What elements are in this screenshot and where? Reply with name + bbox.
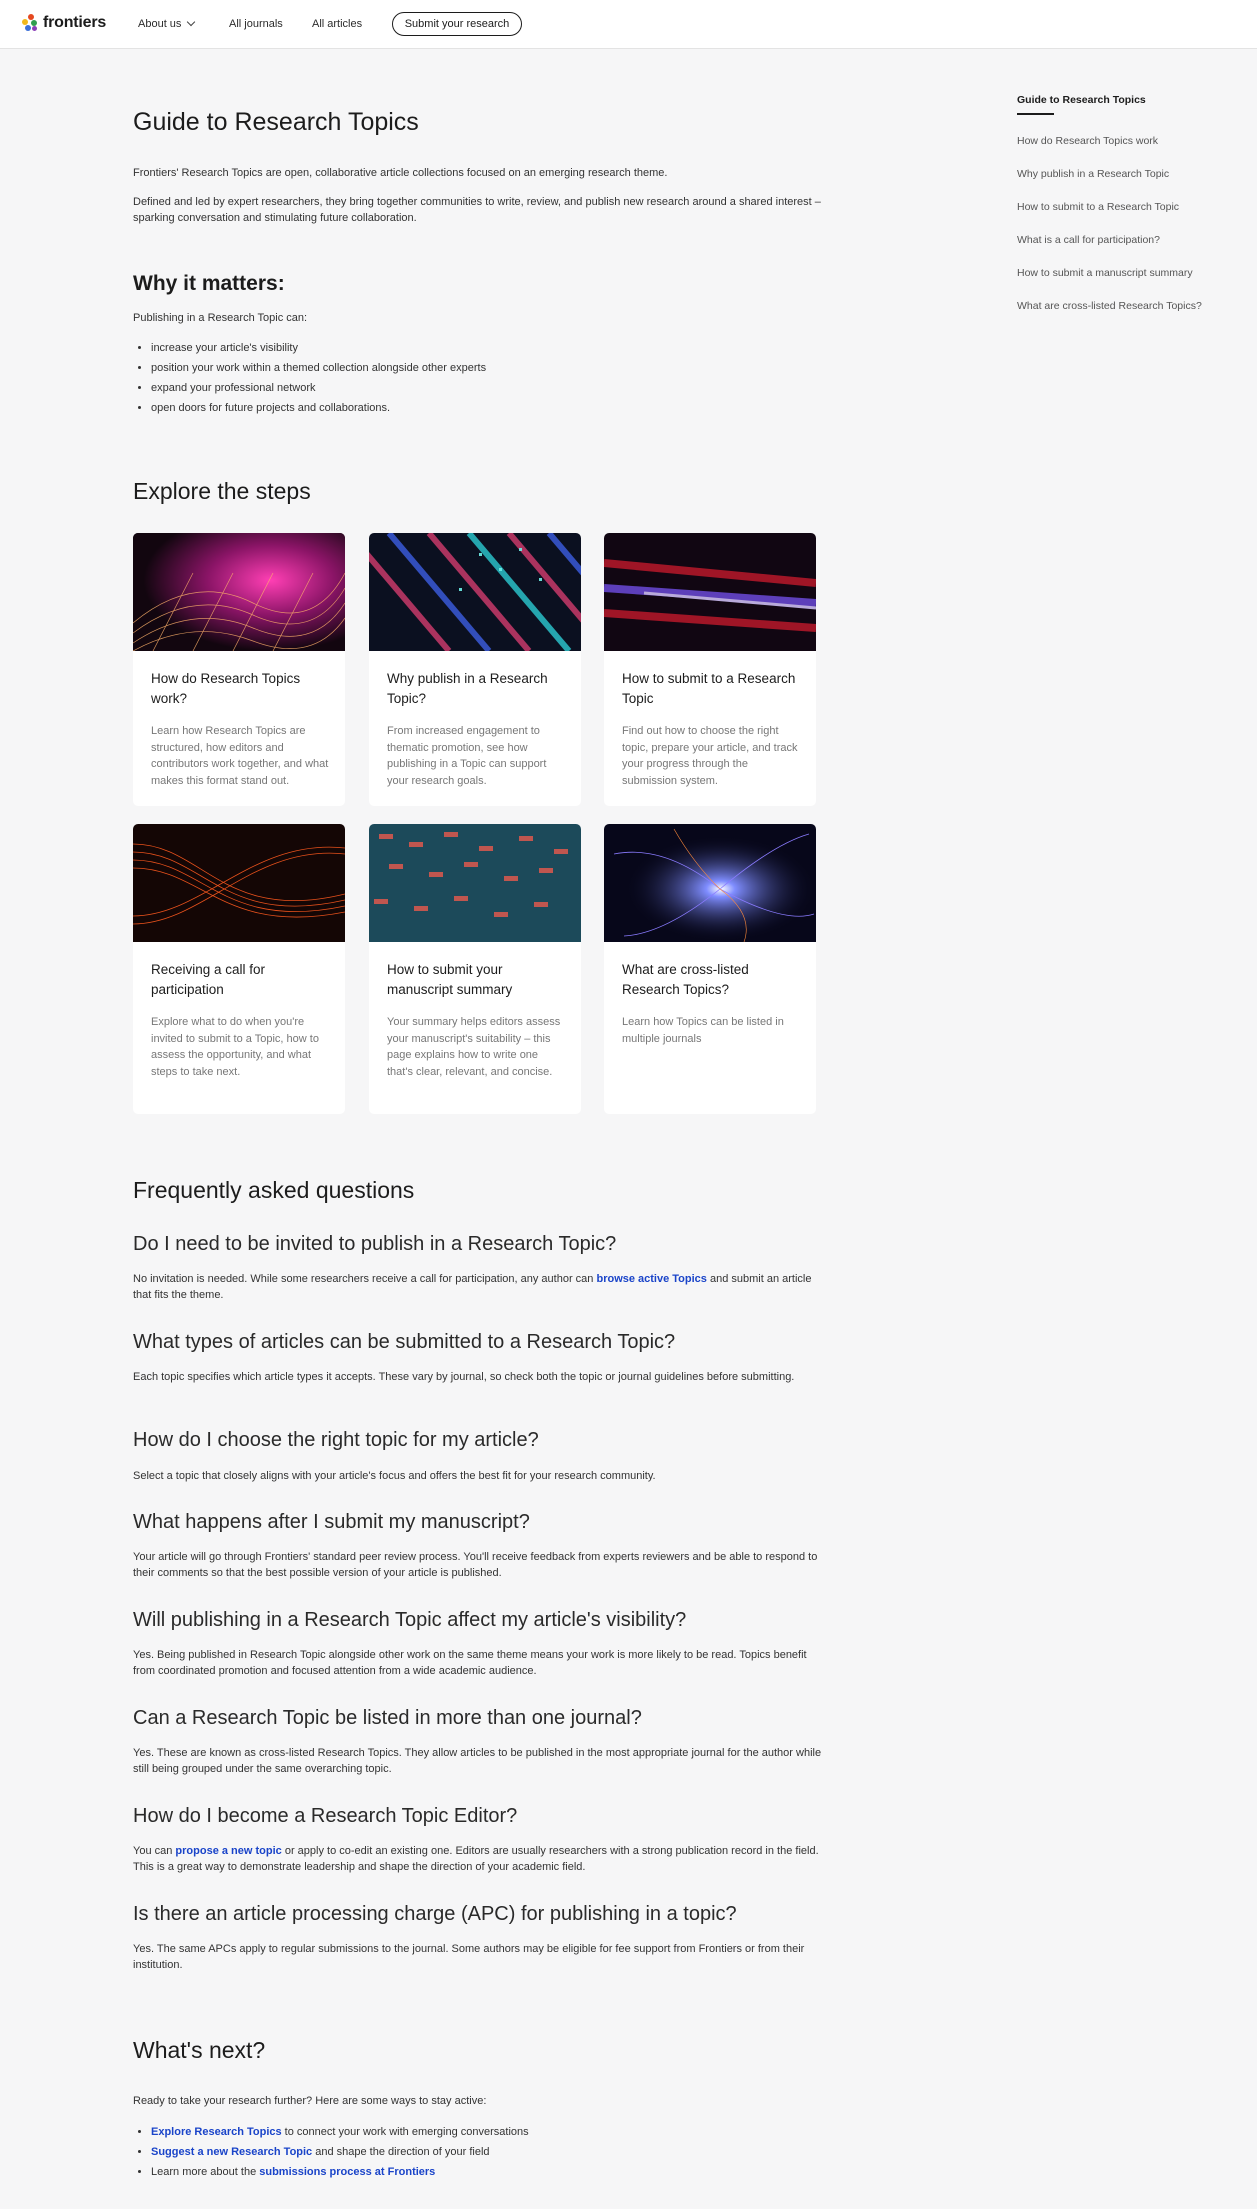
card-description: Learn how Research Topics are structured… (151, 725, 329, 787)
steps-heading: Explore the steps (133, 478, 311, 504)
faq-answer: Select a topic that closely aligns with … (133, 1470, 656, 1482)
logo-text: frontiers (43, 14, 107, 31)
nav-all-articles[interactable]: All articles (312, 18, 362, 30)
step-card[interactable]: How to submit your manuscript summary Yo… (369, 824, 581, 1114)
faq-question: Can a Research Topic be listed in more t… (133, 1707, 642, 1729)
nav-all-journals[interactable]: All journals (229, 18, 283, 30)
suggest-research-topic-link[interactable]: Suggest a new Research Topic (151, 2146, 312, 2158)
frontiers-logo-icon (22, 14, 38, 32)
chevron-down-icon (187, 17, 196, 27)
card-description: Find out how to choose the right topic, … (622, 725, 798, 787)
card-image-neuron (604, 824, 816, 942)
card-description: From increased engagement to thematic pr… (387, 725, 547, 787)
card-title: How do Research Topics work? (151, 671, 301, 706)
explore-research-topics-link[interactable]: Explore Research Topics (151, 2126, 282, 2138)
faq-question: How do I choose the right topic for my a… (133, 1429, 539, 1451)
list-item: Learn more about the submissions process… (151, 2162, 821, 2182)
step-card[interactable]: How do Research Topics work? Learn how R… (133, 533, 345, 806)
nav-about-us-label: About us (138, 18, 182, 30)
toc-item-cross-listed[interactable]: What are cross-listed Research Topics? (1017, 300, 1202, 312)
toc-item-how-submit[interactable]: How to submit to a Research Topic (1017, 201, 1179, 213)
browse-active-topics-link[interactable]: browse active Topics (596, 1273, 706, 1285)
card-image-orange-waves (133, 824, 345, 942)
faq-answer: Each topic specifies which article types… (133, 1371, 795, 1383)
faq-question: What types of articles can be submitted … (133, 1331, 676, 1353)
propose-new-topic-link[interactable]: propose a new topic (175, 1845, 281, 1857)
toc-item-why-publish[interactable]: Why publish in a Research Topic (1017, 168, 1169, 180)
toc-item-how-work[interactable]: How do Research Topics work (1017, 135, 1158, 147)
card-description: Explore what to do when you're invited t… (151, 1016, 319, 1078)
faq-answer: You can propose a new topic or apply to … (133, 1845, 819, 1873)
card-description: Your summary helps editors assess your m… (387, 1016, 561, 1078)
card-image-wave-mesh (133, 533, 345, 651)
why-lead: Publishing in a Research Topic can: (133, 312, 308, 324)
card-title: Why publish in a Research Topic? (387, 671, 548, 706)
card-title: How to submit to a Research Topic (622, 671, 796, 706)
list-item: expand your professional network (151, 378, 821, 398)
list-item: position your work within a themed colle… (151, 358, 821, 378)
faq-answer: Your article will go through Frontiers' … (133, 1551, 818, 1579)
faq-answer: No invitation is needed. While some rese… (133, 1273, 812, 1301)
faq-heading: Frequently asked questions (133, 1177, 415, 1203)
list-item: Explore Research Topics to connect your … (151, 2122, 821, 2142)
card-title: How to submit your manuscript summary (387, 962, 513, 997)
why-list: increase your article's visibility posit… (151, 338, 821, 418)
card-title: What are cross-listed Research Topics? (622, 962, 749, 997)
faq-question: How do I become a Research Topic Editor? (133, 1805, 518, 1827)
card-image-light-streaks (604, 533, 816, 651)
toc-item-call-participation[interactable]: What is a call for participation? (1017, 234, 1160, 246)
step-card[interactable]: Why publish in a Research Topic? From in… (369, 533, 581, 806)
intro-paragraph-1: Frontiers' Research Topics are open, col… (133, 167, 668, 179)
card-title: Receiving a call for participation (151, 962, 266, 997)
faq-answer: Yes. The same APCs apply to regular subm… (133, 1943, 805, 1971)
faq-question: What happens after I submit my manuscrip… (133, 1511, 530, 1533)
toc-item-guide[interactable]: Guide to Research Topics (1017, 94, 1146, 106)
faq-question: Do I need to be invited to publish in a … (133, 1233, 617, 1255)
intro-paragraph-2: Defined and led by expert researchers, t… (133, 196, 821, 224)
faq-answer: Yes. Being published in Research Topic a… (133, 1649, 807, 1677)
list-item: Suggest a new Research Topic and shape t… (151, 2142, 821, 2162)
step-card[interactable]: How to submit to a Research Topic Find o… (604, 533, 816, 806)
submissions-process-link[interactable]: submissions process at Frontiers (259, 2166, 435, 2178)
card-image-grid-blocks (369, 824, 581, 942)
frontiers-logo[interactable]: frontiers (22, 14, 106, 32)
card-description: Learn how Topics can be listed in multip… (622, 1016, 784, 1045)
submit-research-button[interactable]: Submit your research (392, 12, 522, 36)
whats-next-heading: What's next? (133, 2037, 266, 2063)
card-image-data-streaks (369, 533, 581, 651)
page-title: Guide to Research Topics (133, 108, 419, 136)
list-item: increase your article's visibility (151, 338, 821, 358)
why-heading: Why it matters: (133, 272, 285, 295)
top-navigation-bar: frontiers About us All journals All arti… (0, 0, 1257, 49)
toc-item-manuscript-summary[interactable]: How to submit a manuscript summary (1017, 267, 1193, 279)
faq-question: Will publishing in a Research Topic affe… (133, 1609, 687, 1631)
step-card[interactable]: Receiving a call for participation Explo… (133, 824, 345, 1114)
whats-next-list: Explore Research Topics to connect your … (151, 2122, 821, 2182)
whats-next-lead: Ready to take your research further? Her… (133, 2095, 487, 2107)
faq-answer: Yes. These are known as cross-listed Res… (133, 1747, 822, 1775)
step-card[interactable]: What are cross-listed Research Topics? L… (604, 824, 816, 1114)
toc-active-indicator (1017, 113, 1054, 115)
faq-question: Is there an article processing charge (A… (133, 1903, 737, 1925)
nav-about-us[interactable]: About us (138, 17, 196, 30)
list-item: open doors for future projects and colla… (151, 398, 821, 418)
